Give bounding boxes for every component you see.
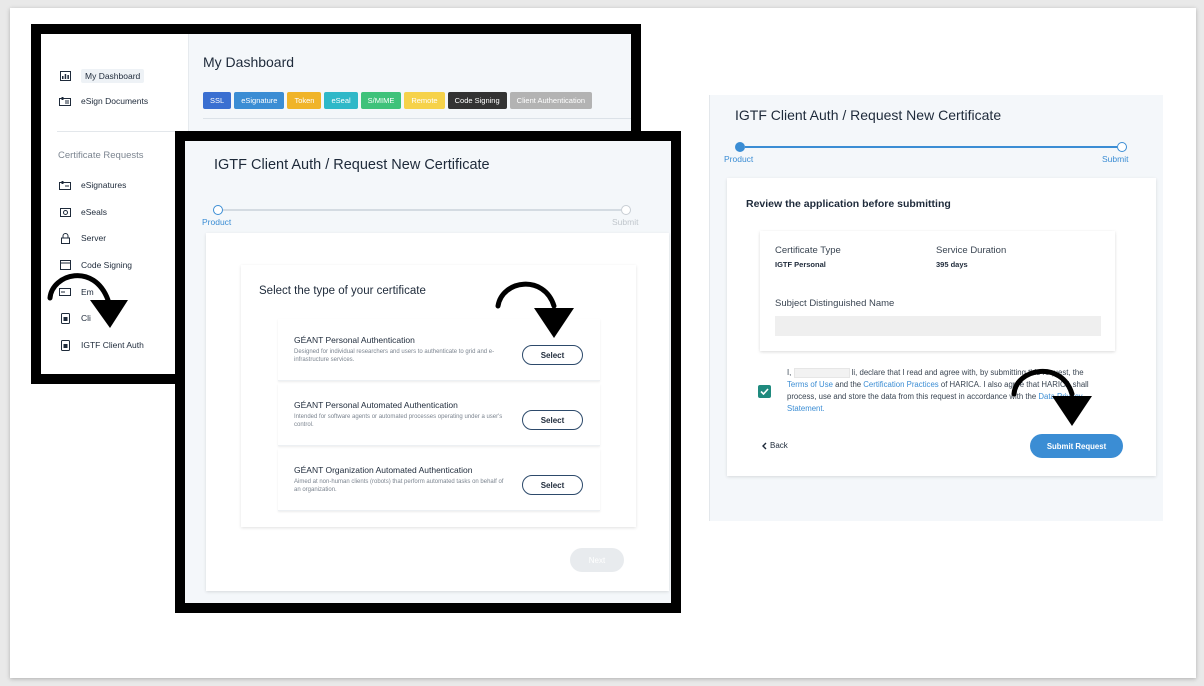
sidebar-item-label: eSeals [81, 207, 107, 217]
divider [203, 118, 631, 119]
subject-dn-label: Subject Distinguished Name [775, 298, 895, 309]
subject-dn-field [775, 316, 1101, 336]
client-icon [59, 339, 71, 351]
option-description: Designed for individual researchers and … [294, 349, 495, 364]
page-title: IGTF Client Auth / Request New Certifica… [214, 157, 490, 173]
tag-client-authentication[interactable]: Client Authentication [509, 92, 593, 109]
option-title: GÉANT Personal Automated Authentication [294, 400, 458, 410]
curved-arrow-icon [1011, 368, 1092, 426]
step-product-label: Product [202, 217, 232, 227]
tag-smime[interactable]: S/MIME [360, 92, 402, 109]
step-product-dot [213, 205, 223, 215]
certificate-type-value: IGTF Personal [775, 260, 826, 269]
sidebar-item-my-dashboard[interactable]: My Dashboard [59, 69, 145, 83]
tag-token[interactable]: Token [287, 92, 322, 109]
sidebar-item-eseals[interactable]: eSeals [59, 207, 107, 217]
lock-icon [59, 232, 71, 244]
document-icon [59, 96, 71, 106]
option-description: Intended for software agents or automate… [294, 414, 503, 429]
signature-icon [59, 180, 71, 190]
page-title: My Dashboard [203, 54, 295, 70]
tag-remote[interactable]: Remote [404, 92, 445, 109]
chevron-left-icon [762, 442, 767, 449]
curved-arrow-icon [495, 281, 574, 338]
progress-stepper: Product Submit [724, 142, 1155, 164]
step-submit-label: Submit [612, 217, 639, 227]
step-product-dot [735, 142, 745, 152]
option-title: GÉANT Personal Authentication [294, 335, 415, 345]
dashboard-icon [59, 71, 71, 81]
select-personal-authentication-button[interactable]: Select [522, 345, 583, 365]
sidebar-item-server[interactable]: Server [59, 232, 107, 244]
agreement-end: . [822, 404, 825, 414]
page-title: IGTF Client Auth / Request New Certifica… [735, 107, 1002, 123]
step-submit-label: Submit [1102, 154, 1129, 164]
card-title: Review the application before submitting [746, 198, 951, 210]
tag-esignature[interactable]: eSignature [234, 92, 285, 109]
card-title: Select the type of your certificate [259, 285, 426, 297]
review-card: Review the application before submitting… [727, 178, 1156, 476]
step-submit-dot [1117, 142, 1127, 152]
list-item: GÉANT Personal Automated Authentication … [278, 384, 600, 446]
step-submit-dot [621, 205, 631, 215]
curved-arrow-icon [47, 273, 128, 328]
progress-stepper: Product Submit [202, 205, 638, 227]
sidebar-item-label: My Dashboard [81, 69, 145, 83]
option-description: Aimed at non-human clients (robots) that… [294, 479, 504, 494]
certificate-type-label: Certificate Type [775, 245, 841, 256]
submit-request-button[interactable]: Submit Request [1030, 434, 1123, 458]
next-button[interactable]: Next [570, 548, 624, 572]
tag-code-signing[interactable]: Code Signing [447, 92, 507, 109]
agreement-text-part: and the [832, 380, 864, 390]
list-item: GÉANT Organization Automated Authenticat… [278, 449, 600, 511]
select-organization-automated-button[interactable]: Select [522, 475, 583, 495]
review-window: IGTF Client Auth / Request New Certifica… [709, 95, 1163, 521]
tag-ssl[interactable]: SSL [203, 92, 232, 109]
stepper-line [745, 146, 1117, 148]
agreement-checkbox[interactable] [758, 385, 771, 398]
select-certificate-window: IGTF Client Auth / Request New Certifica… [175, 131, 681, 613]
seal-icon [59, 207, 71, 217]
sidebar-section-heading: Certificate Requests [58, 150, 144, 161]
tag-eseal[interactable]: eSeal [324, 92, 358, 109]
certification-practices-link[interactable]: Certification Practices [863, 380, 938, 389]
redacted-name [793, 367, 850, 378]
back-label: Back [770, 441, 788, 450]
terms-of-use-link[interactable]: Terms of Use [787, 380, 833, 389]
option-title: GÉANT Organization Automated Authenticat… [294, 465, 473, 475]
stepper-line [223, 209, 621, 211]
sidebar-item-igtf-client-auth[interactable]: IGTF Client Auth [59, 339, 144, 351]
sidebar-item-label: eSignatures [81, 180, 127, 190]
sidebar-item-label: eSign Documents [81, 96, 149, 106]
checkmark-icon [760, 388, 769, 395]
sidebar-item-esignatures[interactable]: eSignatures [59, 180, 126, 190]
sidebar-item-esign-documents[interactable]: eSign Documents [59, 96, 148, 106]
service-duration-value: 395 days [936, 260, 968, 269]
select-personal-automated-button[interactable]: Select [522, 410, 583, 430]
sidebar-divider [57, 131, 181, 132]
back-button[interactable]: Back [762, 441, 788, 450]
service-duration-label: Service Duration [936, 245, 1007, 256]
step-product-label: Product [724, 154, 754, 164]
sidebar-item-label: Server [81, 233, 107, 243]
product-card: Select the type of your certificate GÉAN… [206, 233, 669, 591]
certificate-type-tags: SSL eSignature Token eSeal S/MIME Remote… [203, 92, 593, 109]
agreement-prefix: I, [787, 368, 792, 377]
application-summary: Certificate Type IGTF Personal Service D… [760, 231, 1115, 351]
sidebar-item-label: IGTF Client Auth [81, 340, 144, 350]
